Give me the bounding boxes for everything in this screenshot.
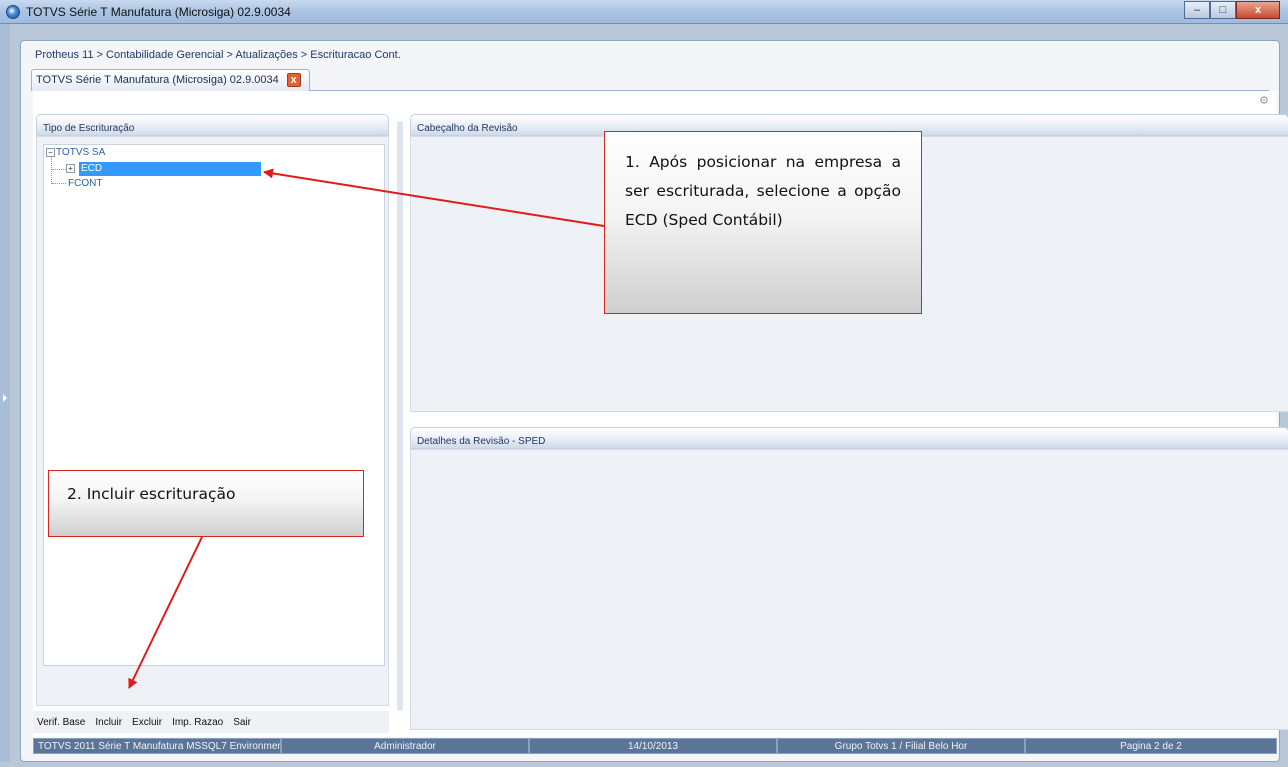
panel-detalhes bbox=[410, 449, 1288, 730]
imp-razao-button[interactable]: Imp. Razao bbox=[172, 717, 223, 728]
tree-item-fcont-label: FCONT bbox=[68, 178, 103, 189]
tree-item-ecd-label: ECD bbox=[81, 163, 103, 174]
tree-connector bbox=[51, 157, 52, 184]
window-close-button[interactable]: x bbox=[1236, 1, 1280, 19]
tab-main[interactable]: TOTVS Série T Manufatura (Microsiga) 02.… bbox=[31, 69, 310, 91]
action-toolbar: Verif. Base Incluir Excluir Imp. Razao S… bbox=[33, 711, 389, 733]
annotation-callout-1: 1. Após posicionar na empresa a ser escr… bbox=[604, 131, 922, 314]
tab-label: TOTVS Série T Manufatura (Microsiga) 02.… bbox=[36, 74, 279, 86]
status-bar: TOTVS 2011 Série T Manufatura MSSQL7 Env… bbox=[33, 738, 1277, 754]
panel-splitter[interactable] bbox=[397, 121, 403, 711]
annotation-callout-2: 2. Incluir escrituração bbox=[48, 470, 364, 537]
tree-connector bbox=[52, 183, 66, 184]
panel-header-detalhes: Detalhes da Revisão - SPED bbox=[410, 427, 1288, 449]
status-environment: TOTVS 2011 Série T Manufatura MSSQL7 Env… bbox=[33, 738, 281, 754]
status-branch: Grupo Totvs 1 / Filial Belo Hor bbox=[777, 738, 1025, 754]
close-icon[interactable]: x bbox=[286, 73, 301, 87]
sair-button[interactable]: Sair bbox=[233, 717, 251, 728]
tab-bar: TOTVS Série T Manufatura (Microsiga) 02.… bbox=[31, 69, 1269, 91]
app-icon bbox=[6, 5, 20, 19]
maximize-button[interactable]: □ bbox=[1210, 1, 1236, 19]
tree-collapse-icon[interactable]: − bbox=[46, 147, 55, 157]
tree-connector bbox=[52, 169, 66, 170]
tree-expand-icon[interactable]: + bbox=[66, 164, 75, 173]
verif-base-button[interactable]: Verif. Base bbox=[37, 717, 85, 728]
tree-root[interactable]: − TOTVS SA bbox=[46, 147, 105, 158]
status-date: 14/10/2013 bbox=[529, 738, 777, 754]
expand-arrow-icon bbox=[3, 394, 7, 402]
window-controls: – □ x bbox=[1184, 1, 1280, 19]
status-page: Pagina 2 de 2 bbox=[1025, 738, 1277, 754]
tree-root-label: TOTVS SA bbox=[56, 147, 106, 158]
incluir-button[interactable]: Incluir bbox=[95, 717, 122, 728]
breadcrumb: Protheus 11 > Contabilidade Gerencial > … bbox=[35, 49, 401, 61]
tree-view[interactable]: − TOTVS SA + ECD FCONT bbox=[43, 144, 385, 666]
tree-item-fcont[interactable]: FCONT bbox=[68, 178, 102, 189]
window-titlebar: TOTVS Série T Manufatura (Microsiga) 02.… bbox=[0, 0, 1288, 24]
excluir-button[interactable]: Excluir bbox=[132, 717, 162, 728]
tree-item-ecd[interactable]: ECD bbox=[79, 162, 261, 176]
panel-header-tipo-escrituracao: Tipo de Escrituração bbox=[36, 114, 389, 136]
side-collapse-strip[interactable] bbox=[0, 24, 10, 762]
settings-icon[interactable]: ⚙ bbox=[1259, 94, 1269, 107]
minimize-button[interactable]: – bbox=[1184, 1, 1210, 19]
window-title: TOTVS Série T Manufatura (Microsiga) 02.… bbox=[26, 5, 291, 19]
status-user: Administrador bbox=[281, 738, 529, 754]
